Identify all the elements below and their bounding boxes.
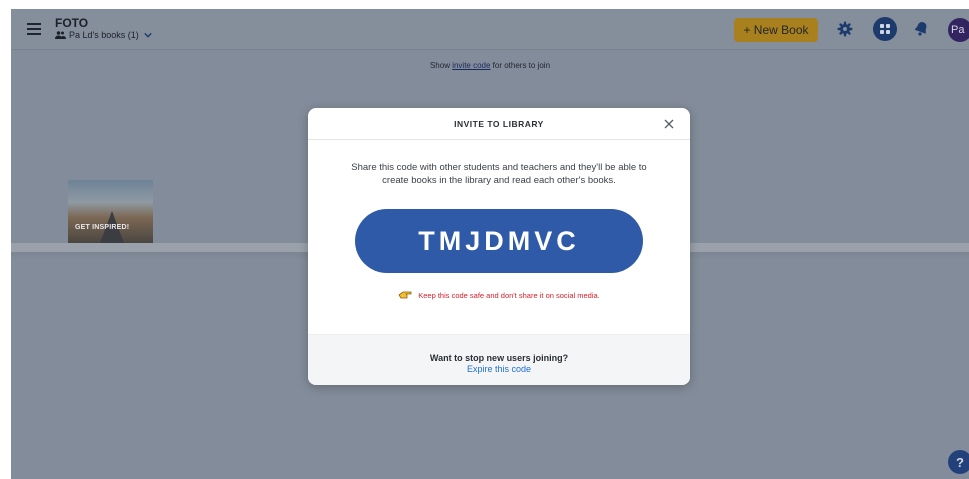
expire-code-link[interactable]: Expire this code <box>308 364 690 374</box>
app-title: FOTO <box>55 16 89 30</box>
book-cover[interactable]: GET INSPIRED! <box>68 180 153 243</box>
chevron-down-icon <box>144 32 152 38</box>
people-icon <box>55 31 66 39</box>
invite-hint-prefix: Show <box>429 61 453 70</box>
gear-icon[interactable] <box>837 21 853 37</box>
avatar[interactable]: Pa <box>948 18 969 42</box>
new-book-button[interactable]: + New Book <box>734 18 818 42</box>
modal-title: INVITE TO LIBRARY <box>454 119 544 129</box>
modal-description: Share this code with other students and … <box>351 162 647 186</box>
close-icon[interactable] <box>664 119 674 129</box>
menu-icon[interactable] <box>27 23 41 35</box>
invite-code-link[interactable]: invite code <box>452 61 490 70</box>
app-window: FOTO Pa Ld's books (1) + New Book Pa Sho… <box>11 9 969 479</box>
warning-message: Keep this code safe and don't share it o… <box>308 290 690 300</box>
bell-icon[interactable] <box>915 21 928 36</box>
invite-modal: INVITE TO LIBRARY Share this code with o… <box>308 108 690 385</box>
book-cover-text: GET INSPIRED! <box>75 224 130 231</box>
help-button[interactable]: ? <box>948 450 969 474</box>
stop-joining-question: Want to stop new users joining? <box>429 353 569 363</box>
invite-hint-suffix: for others to join <box>490 61 551 70</box>
library-name: Pa Ld's books (1) <box>69 30 139 40</box>
apps-button[interactable] <box>873 17 897 41</box>
modal-footer: Want to stop new users joining? Expire t… <box>308 334 690 385</box>
grid-icon <box>880 24 890 34</box>
invite-hint: Show invite code for others to join <box>11 61 969 70</box>
modal-header: INVITE TO LIBRARY <box>308 108 690 140</box>
top-bar: FOTO Pa Ld's books (1) + New Book Pa <box>11 9 969 50</box>
invite-code: TMJDMVC <box>355 209 643 273</box>
pointing-hand-icon <box>398 291 412 299</box>
library-switcher[interactable]: Pa Ld's books (1) <box>55 30 152 40</box>
warning-text: Keep this code safe and don't share it o… <box>418 290 600 300</box>
